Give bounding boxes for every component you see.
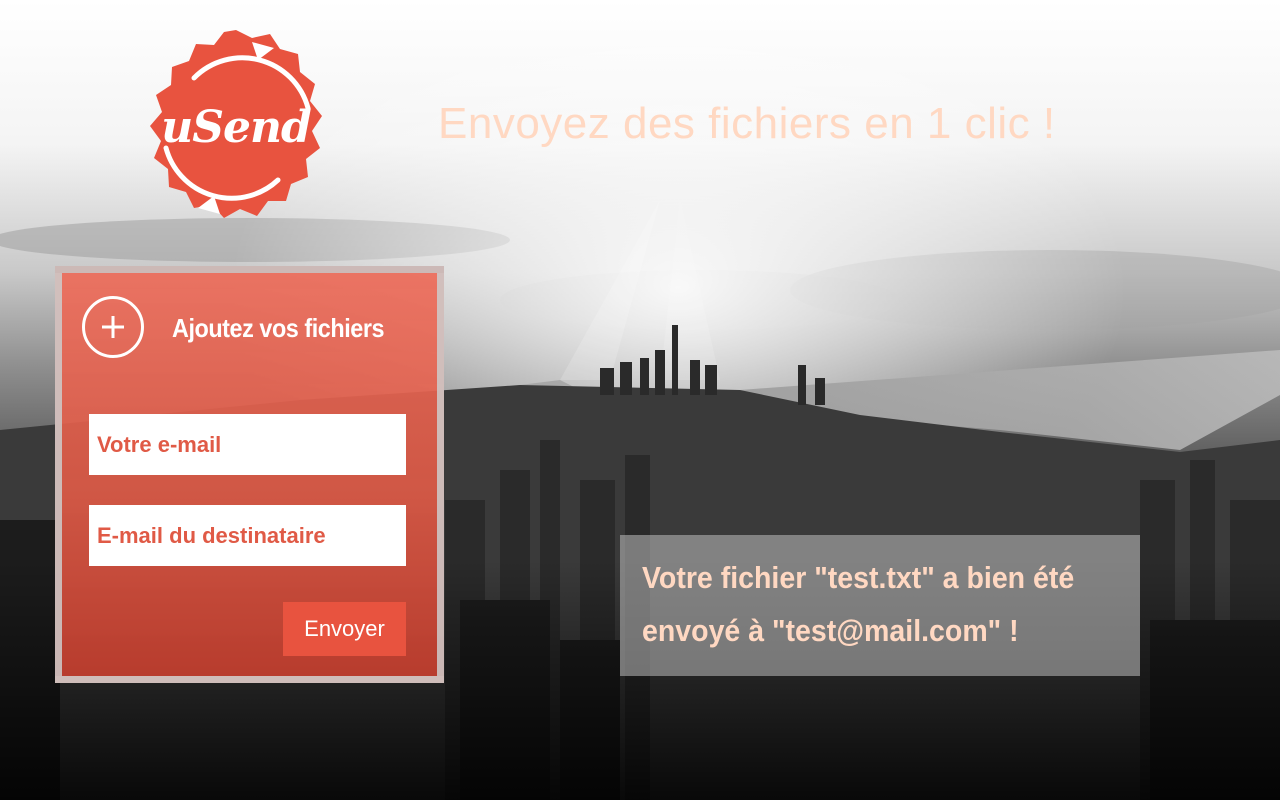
recipient-email-field[interactable]	[89, 505, 406, 566]
add-files-button[interactable]	[82, 296, 144, 358]
sender-email-field[interactable]	[89, 414, 406, 475]
send-button[interactable]: Envoyer	[283, 602, 406, 656]
add-files-label[interactable]: Ajoutez vos fichiers	[172, 311, 385, 345]
logo-text: uSend	[161, 102, 312, 153]
upload-panel: Ajoutez vos fichiers Envoyer	[55, 266, 444, 683]
plus-icon	[102, 316, 124, 338]
success-notification: Votre fichier "test.txt" a bien été envo…	[620, 535, 1140, 676]
tagline: Envoyez des fichiers en 1 clic !	[438, 99, 1056, 148]
success-message: Votre fichier "test.txt" a bien été envo…	[642, 560, 1075, 648]
